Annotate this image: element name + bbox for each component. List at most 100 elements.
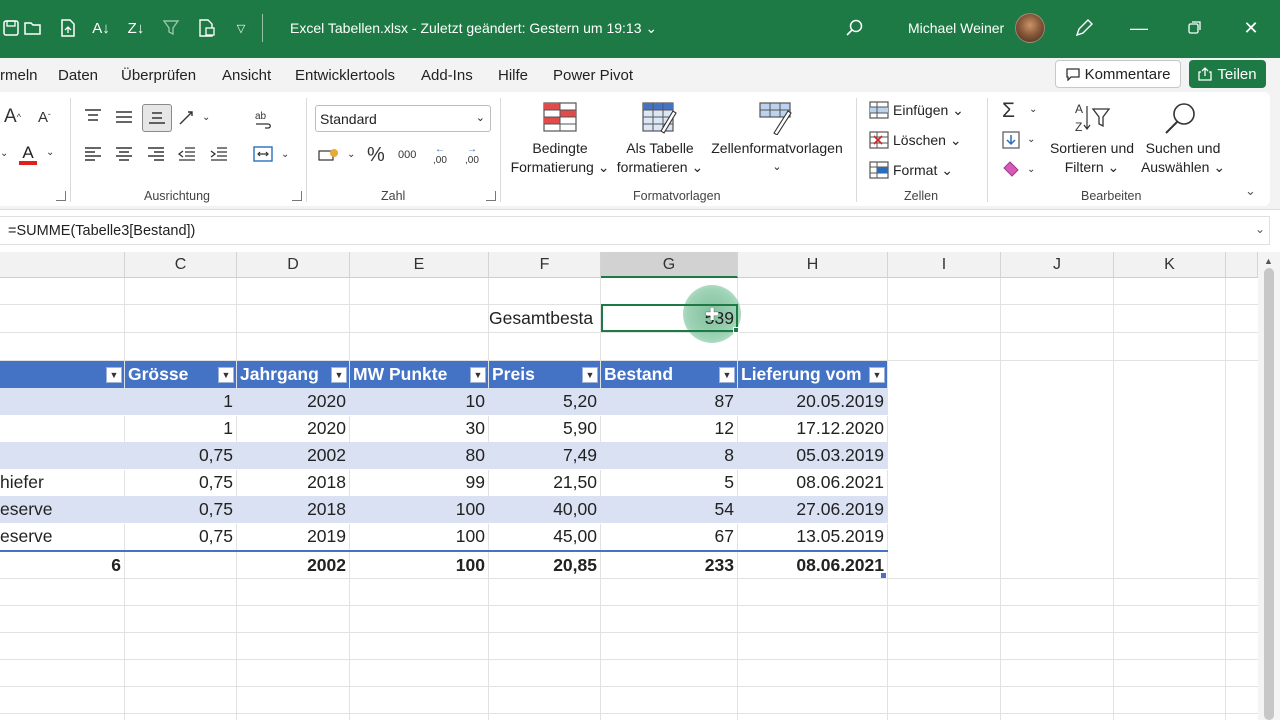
sort-ascending-icon[interactable]: A↓ — [90, 17, 112, 39]
insert-cells-button[interactable]: Einfügen ⌄ — [893, 101, 964, 120]
customize-quick-access-icon[interactable]: ▽ — [230, 17, 252, 39]
open-folder-icon[interactable] — [22, 17, 44, 39]
table-cell[interactable]: 80 — [350, 442, 489, 469]
total-cell[interactable]: 100 — [350, 552, 489, 579]
table-cell[interactable]: 0,75 — [125, 496, 237, 523]
table-cell[interactable] — [0, 415, 124, 442]
cell-styles-button[interactable]: Zellenformatvorlagen ⌄ — [710, 139, 844, 177]
clear-icon[interactable] — [1002, 161, 1022, 177]
table-cell[interactable]: eserve — [0, 523, 124, 550]
sort-descending-icon[interactable]: Z↓ — [125, 17, 147, 39]
table-cell[interactable]: 30 — [350, 415, 489, 442]
table-header-cell[interactable]: Preis ▼ — [489, 361, 600, 388]
filter-dropdown-icon[interactable]: ▼ — [470, 367, 486, 383]
accounting-format-icon[interactable] — [318, 147, 340, 163]
fill-dropdown-icon[interactable]: ⌄ — [1027, 134, 1035, 145]
filter-dropdown-icon[interactable]: ▼ — [106, 367, 122, 383]
column-header-b[interactable] — [0, 252, 125, 278]
format-as-table-icon[interactable] — [641, 101, 677, 135]
clear-dropdown-icon[interactable]: ⌄ — [1027, 164, 1035, 175]
close-icon[interactable]: ✕ — [1240, 17, 1262, 39]
tab-ueberpruefen[interactable]: Überprüfen — [121, 67, 196, 84]
tab-add-ins[interactable]: Add-Ins — [421, 67, 473, 84]
table-cell[interactable]: 17.12.2020 — [738, 415, 888, 442]
column-header-k[interactable]: K — [1114, 252, 1226, 278]
autosum-icon[interactable]: Σ — [1002, 99, 1015, 123]
table-resize-handle[interactable] — [881, 573, 886, 578]
restore-icon[interactable] — [1184, 17, 1206, 39]
table-cell[interactable]: 5 — [601, 469, 738, 496]
column-header-e[interactable]: E — [350, 252, 489, 278]
table-cell[interactable]: 21,50 — [489, 469, 601, 496]
tab-daten[interactable]: Daten — [58, 67, 98, 84]
number-dialog-launcher-icon[interactable] — [486, 191, 496, 201]
search-icon[interactable] — [844, 17, 866, 39]
table-cell[interactable]: 8 — [601, 442, 738, 469]
total-cell[interactable]: 6 — [0, 552, 125, 579]
table-cell[interactable]: 2019 — [237, 523, 350, 550]
column-header-l[interactable] — [1226, 252, 1258, 278]
table-cell[interactable]: 12 — [601, 415, 738, 442]
merge-dropdown-icon[interactable]: ⌄ — [281, 149, 289, 160]
document-title[interactable]: Excel Tabellen.xlsx - Zuletzt geändert: … — [290, 20, 657, 37]
merge-center-icon[interactable] — [253, 146, 273, 162]
table-cell[interactable]: 13.05.2019 — [738, 523, 888, 550]
fill-icon[interactable] — [1002, 131, 1020, 149]
column-header-c[interactable]: C — [125, 252, 237, 278]
total-cell[interactable]: 2002 — [237, 552, 350, 579]
tab-hilfe[interactable]: Hilfe — [498, 67, 528, 84]
filter-clear-icon[interactable] — [161, 17, 183, 39]
formula-bar[interactable]: =SUMME(Tabelle3[Bestand]) ⌄ — [0, 216, 1270, 245]
table-cell[interactable]: 2018 — [237, 496, 350, 523]
column-header-f[interactable]: F — [489, 252, 601, 278]
delete-cells-icon[interactable] — [869, 131, 889, 149]
table-cell[interactable]: 67 — [601, 523, 738, 550]
tab-formeln[interactable]: rmeln — [0, 67, 38, 84]
tab-power-pivot[interactable]: Power Pivot — [553, 67, 633, 84]
format-as-table-button[interactable]: Als Tabelle formatieren ⌄ — [610, 139, 710, 177]
table-header-cell[interactable]: Bestand ▼ — [601, 361, 737, 388]
tab-ansicht[interactable]: Ansicht — [222, 67, 271, 84]
table-cell[interactable]: 08.06.2021 — [738, 469, 888, 496]
format-cells-button[interactable]: Format ⌄ — [893, 161, 953, 180]
conditional-formatting-icon[interactable] — [542, 101, 578, 135]
minimize-icon[interactable]: — — [1128, 17, 1150, 39]
table-cell[interactable] — [0, 388, 124, 415]
avatar[interactable] — [1015, 13, 1045, 43]
table-cell[interactable]: 2018 — [237, 469, 350, 496]
table-cell[interactable]: 87 — [601, 388, 738, 415]
font-grow-icon[interactable]: A ^ — [4, 106, 21, 128]
filter-dropdown-icon[interactable]: ▼ — [331, 367, 347, 383]
thousands-separator-icon[interactable]: 000 — [398, 149, 416, 161]
increase-indent-icon[interactable] — [210, 147, 228, 161]
filter-dropdown-icon[interactable]: ▼ — [218, 367, 234, 383]
font-shrink-icon[interactable]: Aˇ — [38, 109, 51, 126]
table-cell[interactable]: 100 — [350, 496, 489, 523]
table-cell[interactable]: 7,49 — [489, 442, 601, 469]
insert-cells-icon[interactable] — [869, 101, 889, 119]
alignment-dialog-launcher-icon[interactable] — [292, 191, 302, 201]
find-select-icon[interactable] — [1162, 101, 1200, 135]
align-top-icon[interactable] — [84, 108, 102, 122]
orientation-dropdown-icon[interactable]: ⌄ — [202, 112, 210, 123]
table-cell[interactable]: 100 — [350, 523, 489, 550]
accounting-dropdown-icon[interactable]: ⌄ — [347, 149, 355, 160]
align-left-icon[interactable] — [84, 147, 102, 161]
table-cell[interactable] — [0, 442, 124, 469]
filter-dropdown-icon[interactable]: ▼ — [582, 367, 598, 383]
table-cell[interactable]: 99 — [350, 469, 489, 496]
table-cell[interactable]: 0,75 — [125, 442, 237, 469]
table-header-cell[interactable]: Lieferung vom ▼ — [738, 361, 887, 388]
table-cell[interactable]: 45,00 — [489, 523, 601, 550]
align-center-icon[interactable] — [115, 147, 133, 161]
table-cell[interactable]: 1 — [125, 388, 237, 415]
table-cell[interactable]: 2020 — [237, 415, 350, 442]
table-header-cell[interactable]: Jahrgang ▼ — [237, 361, 349, 388]
column-header-d[interactable]: D — [237, 252, 350, 278]
font-dropdown-chevron-icon[interactable]: ⌄ — [0, 148, 8, 159]
delete-cells-button[interactable]: Löschen ⌄ — [893, 131, 962, 150]
expand-formula-bar-icon[interactable]: ⌄ — [1255, 222, 1265, 236]
summary-label[interactable]: Gesamtbesta — [489, 305, 601, 332]
table-cell[interactable]: eserve — [0, 496, 124, 523]
table-cell[interactable]: 54 — [601, 496, 738, 523]
